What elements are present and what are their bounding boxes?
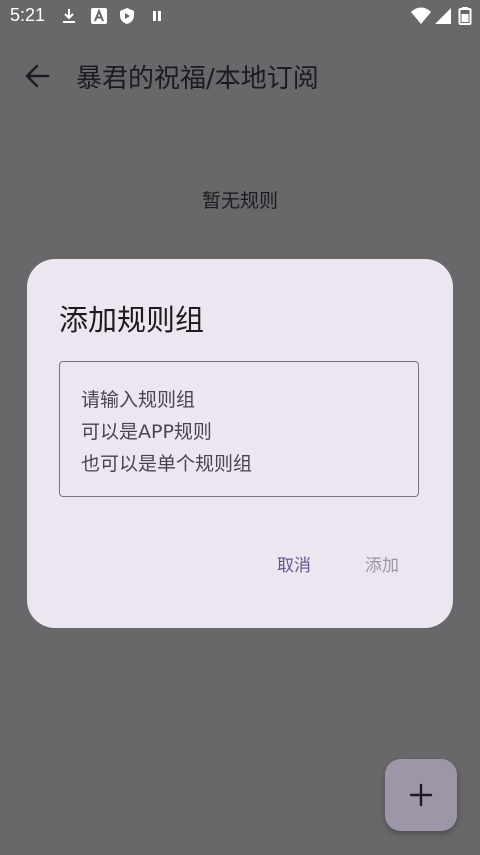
app-bar: 暴君的祝福/本地订阅: [0, 44, 480, 108]
rule-group-input-placeholder: 请输入规则组 可以是APP规则 也可以是单个规则组: [81, 389, 253, 475]
shield-icon: [120, 8, 134, 24]
page-title: 暴君的祝福/本地订阅: [76, 64, 319, 94]
battery-icon: [458, 7, 472, 25]
rule-group-input[interactable]: 请输入规则组 可以是APP规则 也可以是单个规则组: [59, 361, 419, 497]
dialog-title: 添加规则组: [59, 303, 205, 337]
cancel-button[interactable]: 取消: [263, 551, 325, 579]
pause-icon: [153, 11, 161, 21]
font-a-icon: [91, 8, 107, 24]
download-icon: [63, 9, 75, 23]
add-button[interactable]: 添加: [351, 551, 413, 579]
status-bar: 5:21: [0, 0, 480, 32]
add-rule-group-dialog: 添加规则组 请输入规则组 可以是APP规则 也可以是单个规则组 取消 添加: [27, 259, 453, 628]
signal-icon: [435, 8, 451, 24]
wifi-icon: [411, 7, 431, 24]
arrow-back-icon[interactable]: [24, 63, 50, 89]
status-time: 5:21: [10, 5, 46, 25]
plus-icon: [409, 783, 433, 807]
add-fab-button[interactable]: [385, 759, 457, 831]
empty-state-text: 暂无规则: [201, 190, 278, 212]
